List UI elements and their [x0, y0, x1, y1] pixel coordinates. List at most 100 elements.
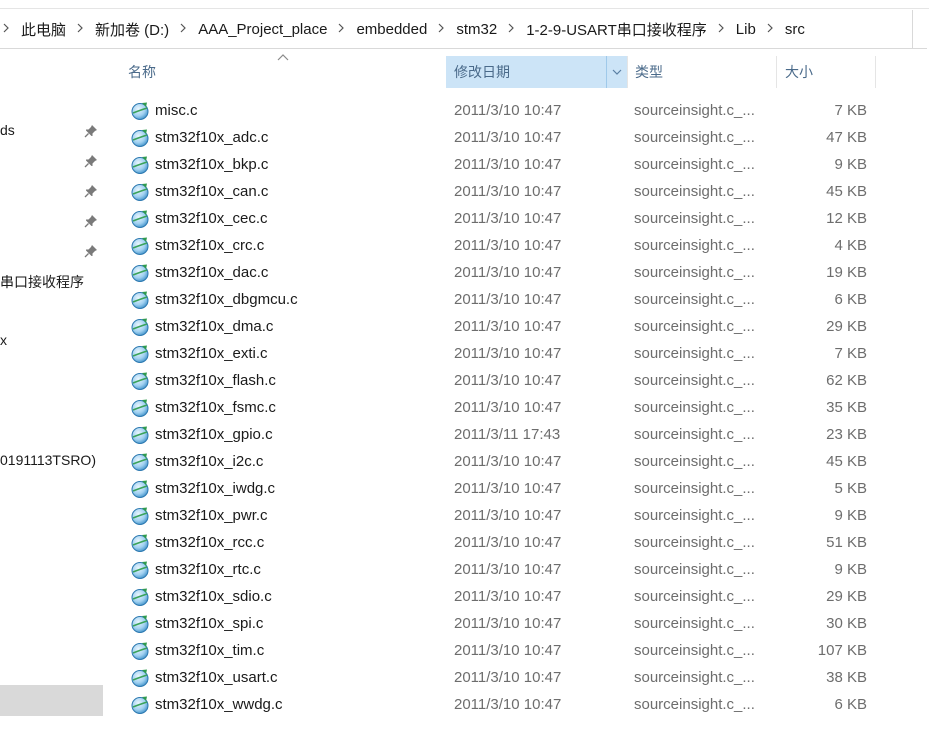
file-size: 35 KB: [826, 399, 867, 416]
file-size: 29 KB: [826, 588, 867, 605]
file-row[interactable]: stm32f10x_dbgmcu.c 2011/3/10 10:47 sourcei…: [105, 286, 929, 313]
nav-item[interactable]: ds: [0, 122, 15, 138]
pin-icon[interactable]: [84, 154, 98, 168]
file-name: stm32f10x_crc.c: [155, 237, 265, 254]
file-size: 45 KB: [826, 453, 867, 470]
nav-item[interactable]: 0191113TSRO): [0, 452, 96, 468]
source-file-icon: [130, 371, 150, 391]
file-size: 30 KB: [826, 615, 867, 632]
source-file-icon: [130, 695, 150, 715]
nav-item[interactable]: x: [0, 332, 7, 348]
file-date: 2011/3/10 10:47: [454, 345, 562, 362]
breadcrumb-item[interactable]: Lib: [728, 21, 764, 38]
breadcrumb-item[interactable]: src: [777, 21, 813, 38]
file-size: 19 KB: [826, 264, 867, 281]
navigation-pane: ds 串口接收程序 x 0191113TSRO): [0, 49, 103, 735]
chevron-right-icon[interactable]: [177, 22, 190, 36]
file-row[interactable]: stm32f10x_adc.c 2011/3/10 10:47 sourceinsi…: [105, 124, 929, 151]
pin-icon[interactable]: [84, 124, 98, 138]
file-date: 2011/3/10 10:47: [454, 318, 562, 335]
file-row[interactable]: stm32f10x_fsmc.c 2011/3/10 10:47 sourceins…: [105, 394, 929, 421]
file-name: stm32f10x_tim.c: [155, 642, 265, 659]
file-name: stm32f10x_exti.c: [155, 345, 268, 362]
file-row[interactable]: stm32f10x_dac.c 2011/3/10 10:47 sourceinsi…: [105, 259, 929, 286]
chevron-right-icon[interactable]: [764, 22, 777, 36]
file-row[interactable]: stm32f10x_rcc.c 2011/3/10 10:47 sourceinsi…: [105, 529, 929, 556]
file-row[interactable]: stm32f10x_sdio.c 2011/3/10 10:47 sourceins…: [105, 583, 929, 610]
file-size: 107 KB: [817, 642, 867, 659]
file-row[interactable]: stm32f10x_tim.c 2011/3/10 10:47 sourceinsi…: [105, 637, 929, 664]
file-date: 2011/3/10 10:47: [454, 291, 562, 308]
file-date: 2011/3/10 10:47: [454, 264, 562, 281]
chevron-right-icon[interactable]: [0, 22, 13, 36]
file-row[interactable]: stm32f10x_i2c.c 2011/3/10 10:47 sourceinsi…: [105, 448, 929, 475]
file-type: sourceinsight.c_...: [634, 453, 755, 470]
file-row[interactable]: stm32f10x_rtc.c 2011/3/10 10:47 sourceinsi…: [105, 556, 929, 583]
file-row[interactable]: stm32f10x_pwr.c 2011/3/10 10:47 sourceinsi…: [105, 502, 929, 529]
file-name: stm32f10x_wwdg.c: [155, 696, 283, 713]
chevron-right-icon[interactable]: [335, 22, 348, 36]
chevron-right-icon[interactable]: [715, 22, 728, 36]
file-row[interactable]: stm32f10x_flash.c 2011/3/10 10:47 sourcein…: [105, 367, 929, 394]
file-type: sourceinsight.c_...: [634, 669, 755, 686]
file-size: 5 KB: [834, 480, 867, 497]
file-name: stm32f10x_rtc.c: [155, 561, 261, 578]
column-header-type[interactable]: 类型: [627, 56, 776, 88]
chevron-right-icon[interactable]: [435, 22, 448, 36]
file-row[interactable]: stm32f10x_can.c 2011/3/10 10:47 sourceinsi…: [105, 178, 929, 205]
breadcrumb-item[interactable]: 新加卷 (D:): [87, 19, 177, 40]
file-size: 4 KB: [834, 237, 867, 254]
breadcrumb-item[interactable]: embedded: [348, 21, 435, 38]
file-type: sourceinsight.c_...: [634, 534, 755, 551]
file-row[interactable]: stm32f10x_cec.c 2011/3/10 10:47 sourceinsi…: [105, 205, 929, 232]
file-row[interactable]: stm32f10x_gpio.c 2011/3/11 17:43 sourceins…: [105, 421, 929, 448]
file-type: sourceinsight.c_...: [634, 426, 755, 443]
file-name: stm32f10x_dac.c: [155, 264, 269, 281]
pin-icon[interactable]: [84, 244, 98, 258]
file-type: sourceinsight.c_...: [634, 237, 755, 254]
breadcrumb-item[interactable]: 1-2-9-USART串口接收程序: [518, 19, 715, 40]
column-header-date[interactable]: 修改日期: [446, 56, 627, 88]
file-date: 2011/3/10 10:47: [454, 507, 562, 524]
breadcrumb-item[interactable]: 此电脑: [13, 19, 74, 40]
pin-icon[interactable]: [84, 214, 98, 228]
breadcrumb-item[interactable]: stm32: [448, 21, 505, 38]
column-header-name-label: 名称: [128, 64, 156, 80]
file-size: 9 KB: [834, 561, 867, 578]
file-row[interactable]: misc.c 2011/3/10 10:47 sourceinsight.c_...…: [105, 97, 929, 124]
file-name: stm32f10x_spi.c: [155, 615, 264, 632]
file-size: 7 KB: [834, 102, 867, 119]
file-row[interactable]: stm32f10x_dma.c 2011/3/10 10:47 sourceinsi…: [105, 313, 929, 340]
nav-item[interactable]: 串口接收程序: [0, 272, 84, 292]
file-row[interactable]: stm32f10x_wwdg.c 2011/3/10 10:47 sourceins…: [105, 691, 929, 718]
breadcrumb-item[interactable]: AAA_Project_place: [190, 21, 335, 38]
chevron-right-icon[interactable]: [74, 22, 87, 36]
file-name: stm32f10x_usart.c: [155, 669, 278, 686]
source-file-icon: [130, 506, 150, 526]
file-row[interactable]: stm32f10x_iwdg.c 2011/3/10 10:47 sourceins…: [105, 475, 929, 502]
file-date: 2011/3/10 10:47: [454, 453, 562, 470]
file-row[interactable]: stm32f10x_exti.c 2011/3/10 10:47 sourceins…: [105, 340, 929, 367]
column-header-name[interactable]: 名称: [105, 56, 444, 88]
file-name: stm32f10x_iwdg.c: [155, 480, 276, 497]
column-header-date-label: 修改日期: [454, 64, 510, 80]
file-date: 2011/3/10 10:47: [454, 480, 562, 497]
file-row[interactable]: stm32f10x_bkp.c 2011/3/10 10:47 sourceinsi…: [105, 151, 929, 178]
chevron-right-icon[interactable]: [505, 22, 518, 36]
address-bar[interactable]: 此电脑 新加卷 (D:) AAA_Project_place embedded stm3…: [0, 10, 927, 49]
file-row[interactable]: stm32f10x_crc.c 2011/3/10 10:47 sourceinsi…: [105, 232, 929, 259]
file-row[interactable]: stm32f10x_usart.c 2011/3/10 10:47 sourcein…: [105, 664, 929, 691]
nav-selected-item[interactable]: [0, 685, 103, 716]
pin-icon[interactable]: [84, 184, 98, 198]
file-type: sourceinsight.c_...: [634, 210, 755, 227]
file-date: 2011/3/10 10:47: [454, 237, 562, 254]
chevron-down-icon[interactable]: [606, 56, 627, 88]
source-file-icon: [130, 587, 150, 607]
file-date: 2011/3/11 17:43: [454, 426, 561, 443]
file-date: 2011/3/10 10:47: [454, 696, 562, 713]
source-file-icon: [130, 101, 150, 121]
file-name: stm32f10x_cec.c: [155, 210, 268, 227]
source-file-icon: [130, 155, 150, 175]
file-row[interactable]: stm32f10x_spi.c 2011/3/10 10:47 sourceinsi…: [105, 610, 929, 637]
column-header-size[interactable]: 大小: [776, 56, 876, 88]
